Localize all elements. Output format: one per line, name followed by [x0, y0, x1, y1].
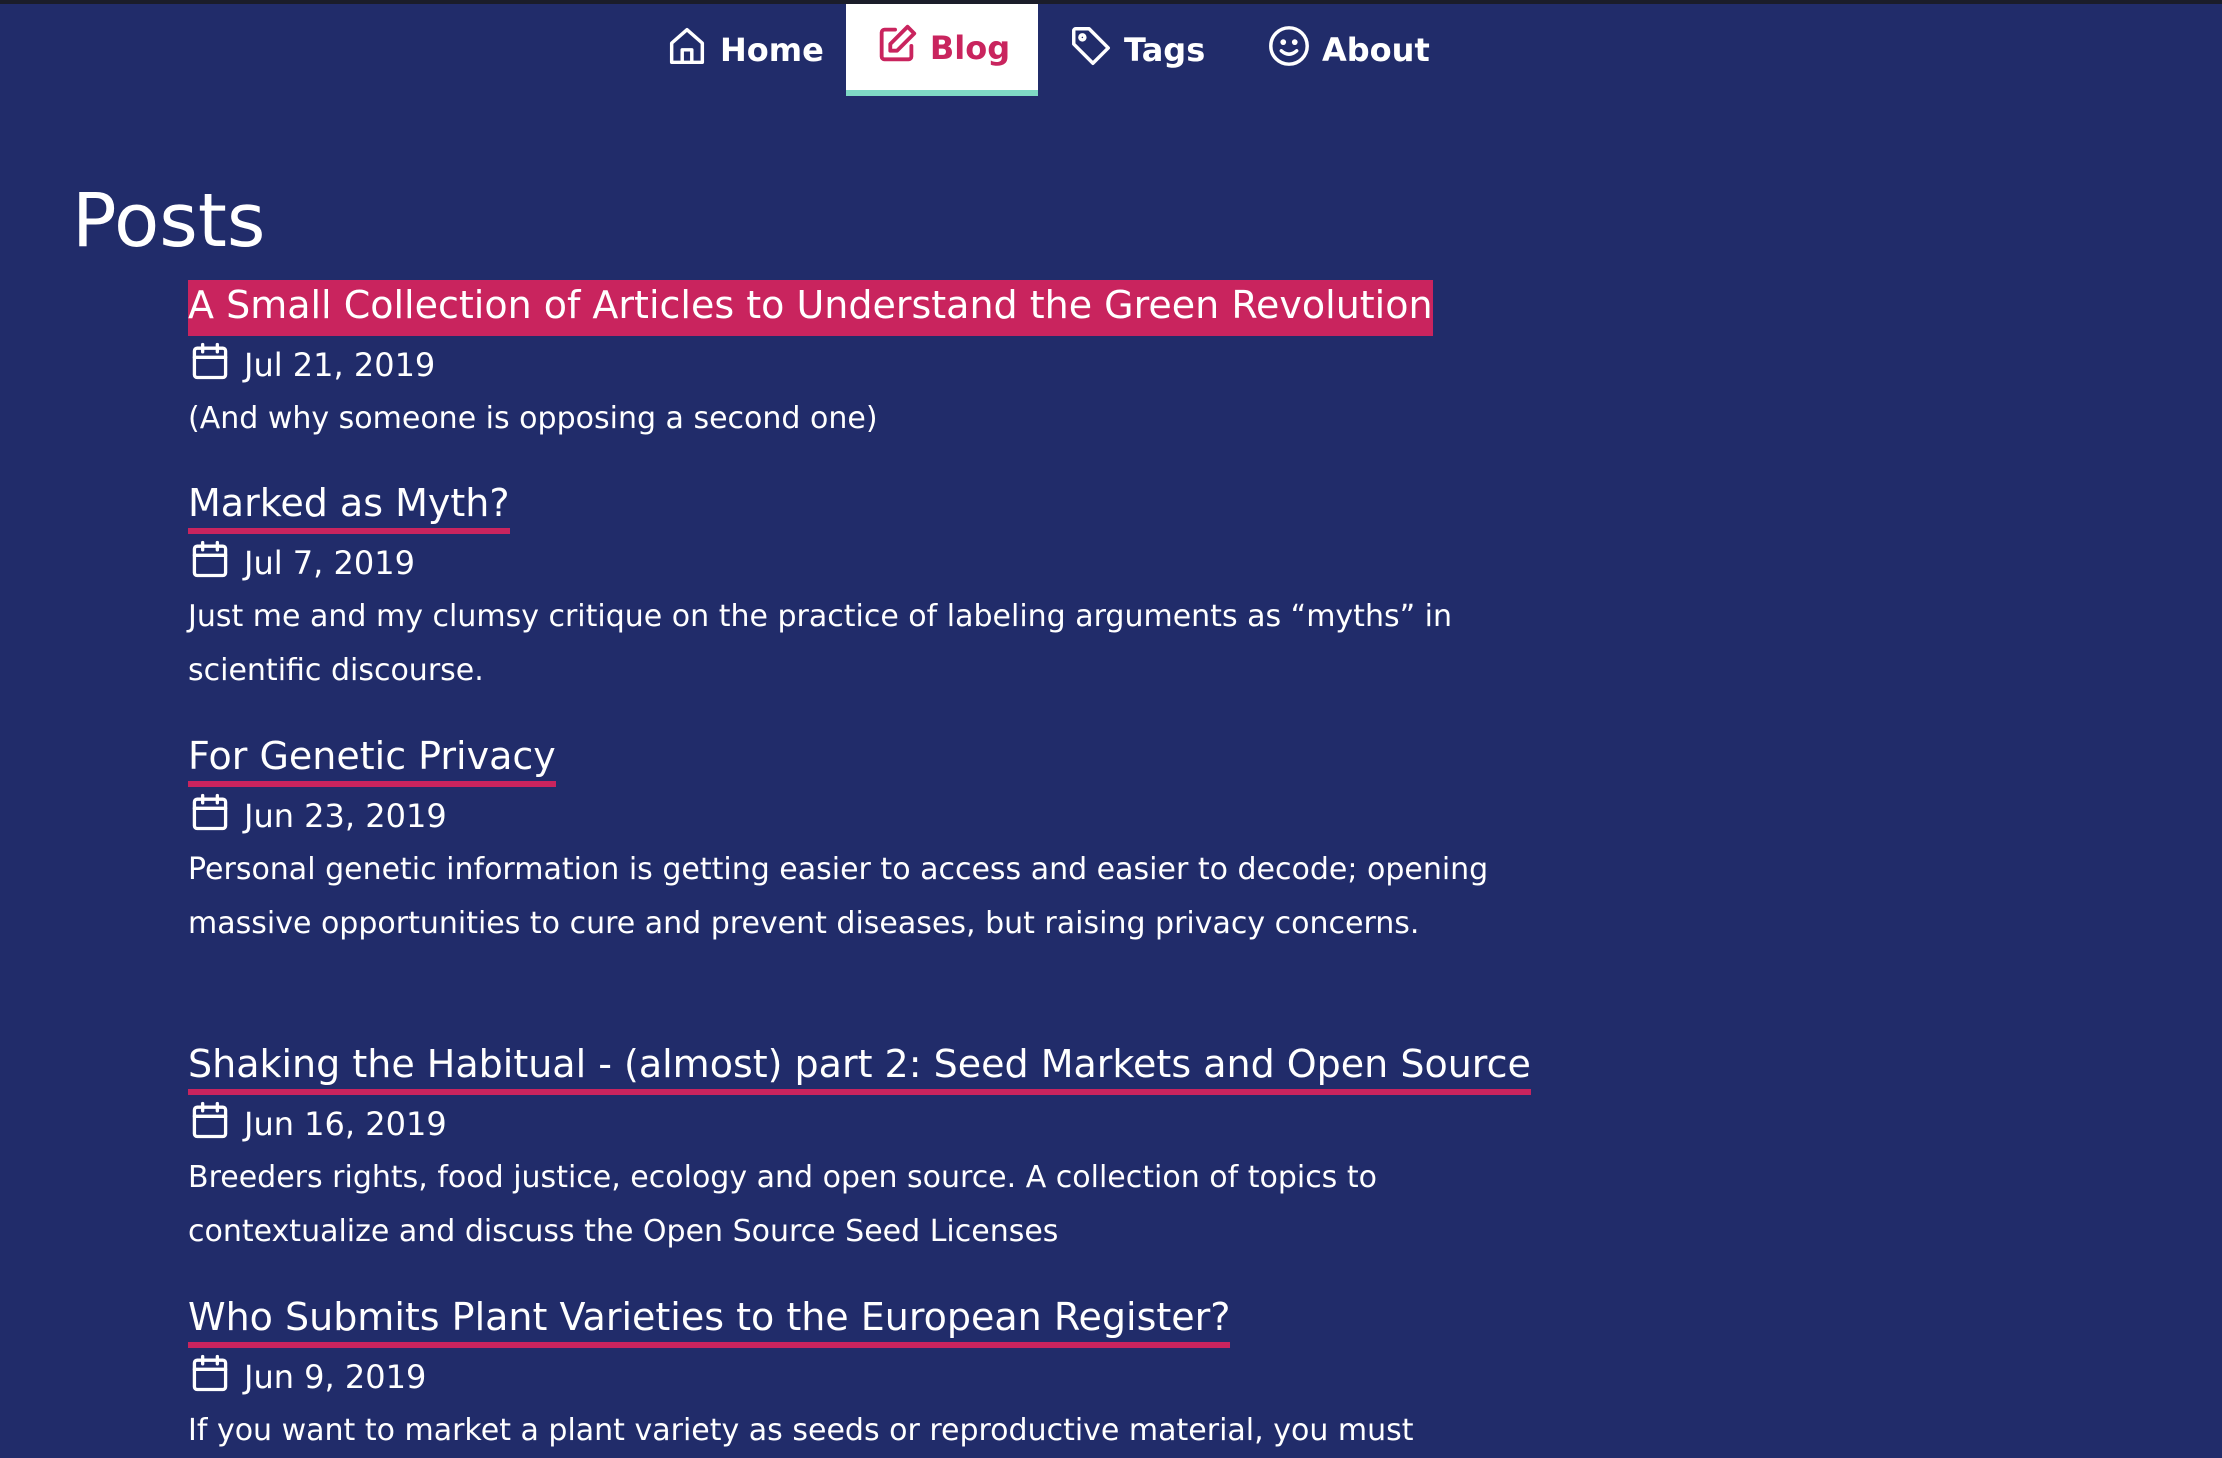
post-title-link[interactable]: A Small Collection of Articles to Unders… [188, 280, 1433, 336]
nav-about[interactable]: About [1266, 4, 1430, 96]
page-title: Posts [72, 178, 266, 264]
calendar-icon [188, 537, 232, 589]
calendar-icon [188, 339, 232, 391]
post-date: Jun 23, 2019 [188, 789, 1528, 843]
post-title-link[interactable]: Who Submits Plant Varieties to the Europ… [188, 1292, 1231, 1348]
calendar-icon [188, 790, 232, 842]
home-icon [664, 23, 710, 77]
post-summary: Personal genetic information is getting … [188, 852, 1489, 941]
post-date-text: Jul 7, 2019 [244, 544, 415, 582]
post-item: Who Submits Plant Varieties to the Europ… [188, 1292, 1528, 1458]
post-date: Jun 16, 2019 [188, 1097, 1528, 1151]
nav-blog[interactable]: Blog [846, 4, 1038, 96]
post-date-text: Jun 23, 2019 [244, 797, 447, 835]
nav-home-label: Home [720, 31, 824, 69]
nav-blog-label: Blog [929, 29, 1011, 67]
post-item: A Small Collection of Articles to Unders… [188, 280, 1528, 446]
calendar-icon [188, 1351, 232, 1403]
post-item: Shaking the Habitual - (almost) part 2: … [188, 1039, 1531, 1259]
nav-about-label: About [1322, 31, 1430, 69]
post-title-link[interactable]: Shaking the Habitual - (almost) part 2: … [188, 1039, 1531, 1095]
nav-home[interactable]: Home [664, 4, 824, 96]
post-summary: Just me and my clumsy critique on the pr… [188, 599, 1453, 688]
post-date: Jul 21, 2019 [188, 338, 1528, 392]
calendar-icon [188, 1098, 232, 1150]
post-date-text: Jun 16, 2019 [244, 1105, 447, 1143]
post-date-text: Jul 21, 2019 [244, 346, 436, 384]
nav-tags-label: Tags [1124, 31, 1206, 69]
post-item: Marked as Myth? Jul 7, 2019 Just me and … [188, 478, 1528, 698]
post-item: For Genetic Privacy Jun 23, 2019 Persona… [188, 731, 1528, 951]
post-summary: Breeders rights, food justice, ecology a… [188, 1160, 1377, 1249]
post-summary: (And why someone is opposing a second on… [188, 401, 878, 436]
tag-icon [1068, 23, 1114, 77]
nav-tags[interactable]: Tags [1068, 4, 1205, 96]
smile-icon [1266, 23, 1312, 77]
post-title-link[interactable]: For Genetic Privacy [188, 731, 556, 787]
post-date: Jun 9, 2019 [188, 1350, 1528, 1404]
post-date-text: Jun 9, 2019 [244, 1358, 427, 1396]
edit-icon [874, 21, 920, 75]
post-summary: If you want to market a plant variety as… [188, 1413, 1414, 1448]
post-date: Jul 7, 2019 [188, 536, 1528, 590]
post-title-link[interactable]: Marked as Myth? [188, 478, 510, 534]
top-navigation: Home Blog Tags About [0, 4, 2222, 96]
